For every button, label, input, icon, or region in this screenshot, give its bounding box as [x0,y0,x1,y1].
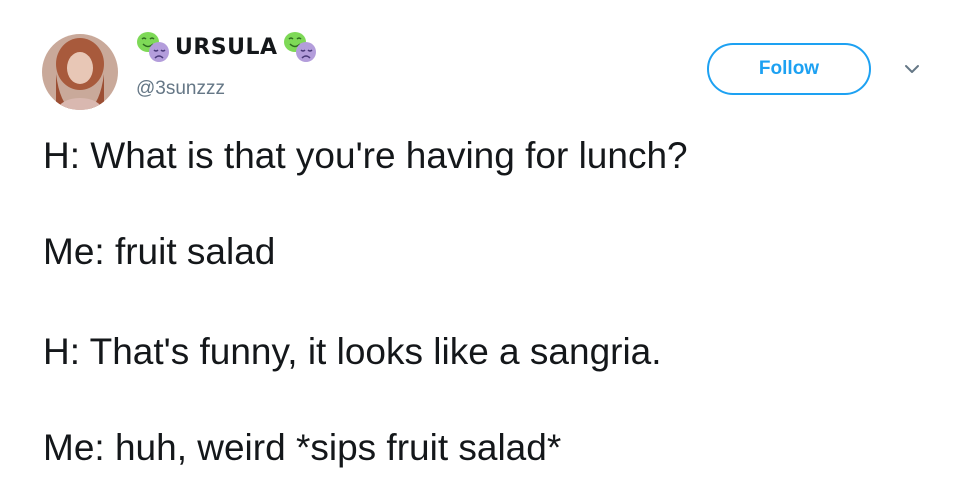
tweet-line: Me: huh, weird *sips fruit salad* [43,427,562,468]
avatar-photo [42,34,118,110]
display-name-row[interactable]: URSULA [135,30,318,64]
tweet-line: H: What is that you're having for lunch? [43,135,688,176]
tweet-card: URSULA @3sunzzz Follow H: What is that y… [0,0,980,487]
theater-masks-icon [137,32,169,62]
follow-button[interactable]: Follow [707,43,871,95]
avatar[interactable] [42,34,118,110]
tweet-header: URSULA @3sunzzz Follow [0,0,980,120]
tweet-line: H: That's funny, it looks like a sangria… [43,331,662,372]
display-name[interactable]: URSULA [175,35,278,60]
chevron-down-icon[interactable] [904,62,920,76]
user-handle[interactable]: @3sunzzz [136,78,225,100]
theater-masks-icon [283,32,316,62]
tweet-line: Me: fruit salad [43,231,276,272]
